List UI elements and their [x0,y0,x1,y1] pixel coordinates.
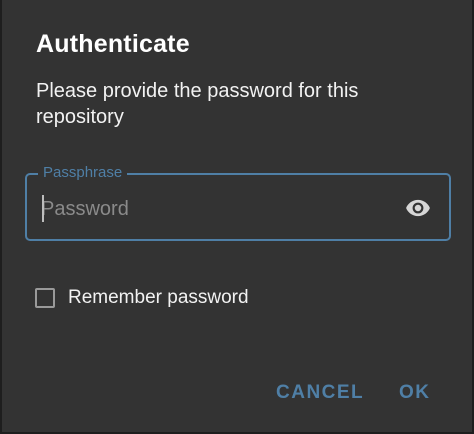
text-caret [42,195,44,222]
dialog-message: Please provide the password for this rep… [36,80,359,128]
remember-password-option[interactable]: Remember password [35,287,249,309]
remember-password-checkbox[interactable] [35,288,55,308]
authenticate-dialog: Authenticate Please provide the password… [0,0,474,434]
eye-icon[interactable] [401,195,435,221]
remember-password-label: Remember password [68,287,249,308]
ok-button[interactable]: OK [399,382,431,404]
passphrase-label: Passphrase [38,164,128,182]
cancel-button[interactable]: CANCEL [276,382,364,404]
password-input[interactable] [41,195,381,223]
passphrase-field[interactable]: Passphrase [25,164,451,241]
dialog-title: Authenticate [36,30,190,58]
